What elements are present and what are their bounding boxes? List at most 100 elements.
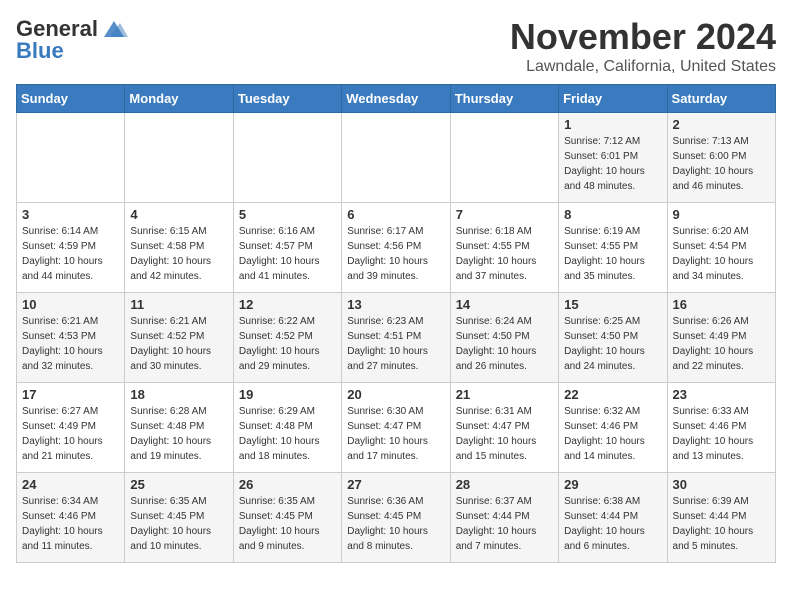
calendar-cell: 26 Sunrise: 6:35 AM Sunset: 4:45 PM Dayli… — [233, 473, 341, 563]
day-info: Sunrise: 6:23 AM Sunset: 4:51 PM Dayligh… — [347, 314, 444, 374]
day-number: 1 — [564, 117, 661, 132]
day-info: Sunrise: 6:37 AM Sunset: 4:44 PM Dayligh… — [456, 494, 553, 554]
weekday-header-wednesday: Wednesday — [342, 85, 450, 113]
day-number: 17 — [22, 387, 119, 402]
title-block: November 2024 Lawndale, California, Unit… — [510, 16, 776, 76]
day-info: Sunrise: 6:39 AM Sunset: 4:44 PM Dayligh… — [673, 494, 770, 554]
day-number: 20 — [347, 387, 444, 402]
logo-blue-text: Blue — [16, 38, 64, 64]
day-info: Sunrise: 6:34 AM Sunset: 4:46 PM Dayligh… — [22, 494, 119, 554]
day-number: 24 — [22, 477, 119, 492]
day-info: Sunrise: 6:29 AM Sunset: 4:48 PM Dayligh… — [239, 404, 336, 464]
calendar-cell — [233, 113, 341, 203]
day-number: 15 — [564, 297, 661, 312]
calendar-cell: 30 Sunrise: 6:39 AM Sunset: 4:44 PM Dayli… — [667, 473, 775, 563]
day-number: 28 — [456, 477, 553, 492]
calendar-cell: 25 Sunrise: 6:35 AM Sunset: 4:45 PM Dayli… — [125, 473, 233, 563]
day-info: Sunrise: 6:20 AM Sunset: 4:54 PM Dayligh… — [673, 224, 770, 284]
calendar-cell: 13 Sunrise: 6:23 AM Sunset: 4:51 PM Dayli… — [342, 293, 450, 383]
calendar-cell: 9 Sunrise: 6:20 AM Sunset: 4:54 PM Daylig… — [667, 203, 775, 293]
page-header: General Blue November 2024 Lawndale, Cal… — [16, 16, 776, 76]
day-info: Sunrise: 6:14 AM Sunset: 4:59 PM Dayligh… — [22, 224, 119, 284]
calendar-cell: 3 Sunrise: 6:14 AM Sunset: 4:59 PM Daylig… — [17, 203, 125, 293]
day-info: Sunrise: 6:27 AM Sunset: 4:49 PM Dayligh… — [22, 404, 119, 464]
location-title: Lawndale, California, United States — [510, 58, 776, 76]
day-number: 13 — [347, 297, 444, 312]
calendar-cell: 18 Sunrise: 6:28 AM Sunset: 4:48 PM Dayli… — [125, 383, 233, 473]
calendar-cell — [125, 113, 233, 203]
day-number: 21 — [456, 387, 553, 402]
day-info: Sunrise: 6:15 AM Sunset: 4:58 PM Dayligh… — [130, 224, 227, 284]
calendar-cell: 23 Sunrise: 6:33 AM Sunset: 4:46 PM Dayli… — [667, 383, 775, 473]
day-number: 4 — [130, 207, 227, 222]
logo: General Blue — [16, 16, 128, 64]
calendar-cell: 14 Sunrise: 6:24 AM Sunset: 4:50 PM Dayli… — [450, 293, 558, 383]
day-info: Sunrise: 6:21 AM Sunset: 4:52 PM Dayligh… — [130, 314, 227, 374]
calendar-cell: 1 Sunrise: 7:12 AM Sunset: 6:01 PM Daylig… — [559, 113, 667, 203]
calendar-cell: 11 Sunrise: 6:21 AM Sunset: 4:52 PM Dayli… — [125, 293, 233, 383]
weekday-header-monday: Monday — [125, 85, 233, 113]
day-info: Sunrise: 6:30 AM Sunset: 4:47 PM Dayligh… — [347, 404, 444, 464]
day-info: Sunrise: 6:38 AM Sunset: 4:44 PM Dayligh… — [564, 494, 661, 554]
calendar-cell: 5Sunrise: 6:16 AM Sunset: 4:57 PM Daylig… — [233, 203, 341, 293]
day-number: 27 — [347, 477, 444, 492]
calendar-cell: 12 Sunrise: 6:22 AM Sunset: 4:52 PM Dayli… — [233, 293, 341, 383]
day-number: 6 — [347, 207, 444, 222]
day-number: 14 — [456, 297, 553, 312]
day-info: Sunrise: 6:17 AM Sunset: 4:56 PM Dayligh… — [347, 224, 444, 284]
day-number: 26 — [239, 477, 336, 492]
day-number: 22 — [564, 387, 661, 402]
weekday-header-friday: Friday — [559, 85, 667, 113]
calendar-cell: 27 Sunrise: 6:36 AM Sunset: 4:45 PM Dayli… — [342, 473, 450, 563]
day-info: Sunrise: 6:28 AM Sunset: 4:48 PM Dayligh… — [130, 404, 227, 464]
day-number: 16 — [673, 297, 770, 312]
day-info: Sunrise: 7:12 AM Sunset: 6:01 PM Dayligh… — [564, 134, 661, 194]
day-info: Sunrise: 6:25 AM Sunset: 4:50 PM Dayligh… — [564, 314, 661, 374]
calendar-cell: 20 Sunrise: 6:30 AM Sunset: 4:47 PM Dayli… — [342, 383, 450, 473]
calendar-table: SundayMondayTuesdayWednesdayThursdayFrid… — [16, 84, 776, 563]
weekday-header-thursday: Thursday — [450, 85, 558, 113]
calendar-cell: 21 Sunrise: 6:31 AM Sunset: 4:47 PM Dayli… — [450, 383, 558, 473]
calendar-cell: 19Sunrise: 6:29 AM Sunset: 4:48 PM Dayli… — [233, 383, 341, 473]
day-number: 7 — [456, 207, 553, 222]
day-info: Sunrise: 6:24 AM Sunset: 4:50 PM Dayligh… — [456, 314, 553, 374]
day-info: Sunrise: 6:31 AM Sunset: 4:47 PM Dayligh… — [456, 404, 553, 464]
calendar-cell: 4 Sunrise: 6:15 AM Sunset: 4:58 PM Daylig… — [125, 203, 233, 293]
day-number: 10 — [22, 297, 119, 312]
calendar-cell — [450, 113, 558, 203]
day-number: 11 — [130, 297, 227, 312]
calendar-cell: 6 Sunrise: 6:17 AM Sunset: 4:56 PM Daylig… — [342, 203, 450, 293]
calendar-cell: 2Sunrise: 7:13 AM Sunset: 6:00 PM Daylig… — [667, 113, 775, 203]
calendar-cell: 7 Sunrise: 6:18 AM Sunset: 4:55 PM Daylig… — [450, 203, 558, 293]
day-number: 8 — [564, 207, 661, 222]
day-info: Sunrise: 6:35 AM Sunset: 4:45 PM Dayligh… — [130, 494, 227, 554]
day-number: 30 — [673, 477, 770, 492]
day-info: Sunrise: 6:32 AM Sunset: 4:46 PM Dayligh… — [564, 404, 661, 464]
day-number: 23 — [673, 387, 770, 402]
day-info: Sunrise: 6:21 AM Sunset: 4:53 PM Dayligh… — [22, 314, 119, 374]
calendar-cell: 24 Sunrise: 6:34 AM Sunset: 4:46 PM Dayli… — [17, 473, 125, 563]
calendar-cell: 10 Sunrise: 6:21 AM Sunset: 4:53 PM Dayli… — [17, 293, 125, 383]
day-info: Sunrise: 6:19 AM Sunset: 4:55 PM Dayligh… — [564, 224, 661, 284]
day-number: 3 — [22, 207, 119, 222]
calendar-cell: 8 Sunrise: 6:19 AM Sunset: 4:55 PM Daylig… — [559, 203, 667, 293]
day-info: Sunrise: 6:35 AM Sunset: 4:45 PM Dayligh… — [239, 494, 336, 554]
day-number: 25 — [130, 477, 227, 492]
calendar-cell: 15 Sunrise: 6:25 AM Sunset: 4:50 PM Dayli… — [559, 293, 667, 383]
calendar-cell — [17, 113, 125, 203]
day-number: 9 — [673, 207, 770, 222]
day-number: 18 — [130, 387, 227, 402]
day-info: Sunrise: 6:16 AM Sunset: 4:57 PM Dayligh… — [239, 224, 336, 284]
day-info: Sunrise: 6:33 AM Sunset: 4:46 PM Dayligh… — [673, 404, 770, 464]
calendar-cell: 29 Sunrise: 6:38 AM Sunset: 4:44 PM Dayli… — [559, 473, 667, 563]
day-info: Sunrise: 6:36 AM Sunset: 4:45 PM Dayligh… — [347, 494, 444, 554]
day-info: Sunrise: 6:26 AM Sunset: 4:49 PM Dayligh… — [673, 314, 770, 374]
weekday-header-saturday: Saturday — [667, 85, 775, 113]
day-info: Sunrise: 6:18 AM Sunset: 4:55 PM Dayligh… — [456, 224, 553, 284]
calendar-cell: 16 Sunrise: 6:26 AM Sunset: 4:49 PM Dayli… — [667, 293, 775, 383]
day-number: 29 — [564, 477, 661, 492]
day-number: 2 — [673, 117, 770, 132]
day-number: 12 — [239, 297, 336, 312]
day-info: Sunrise: 6:22 AM Sunset: 4:52 PM Dayligh… — [239, 314, 336, 374]
logo-icon — [100, 19, 128, 39]
